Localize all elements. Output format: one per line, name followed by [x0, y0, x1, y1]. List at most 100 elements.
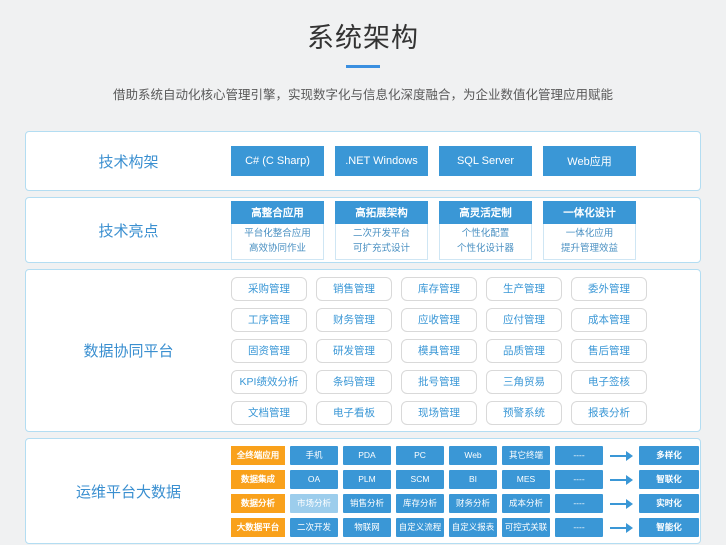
ops-item-button[interactable]: 物联网	[343, 518, 391, 537]
platform-module-tag[interactable]: 报表分析	[571, 401, 647, 425]
right-arrow-icon	[608, 470, 634, 489]
platform-module-tag[interactable]: 应收管理	[401, 308, 477, 332]
ops-item-button[interactable]: 财务分析	[449, 494, 497, 513]
section-ops-platform: 运维平台大数据 全终端应用手机PDAPCWeb其它终端----多样化数据集成OA…	[25, 438, 701, 544]
platform-module-tag[interactable]: 电子看板	[316, 401, 392, 425]
platform-module-tag[interactable]: 品质管理	[486, 339, 562, 363]
ops-result-label: 实时化	[639, 494, 699, 513]
platform-module-tag[interactable]: 委外管理	[571, 277, 647, 301]
tech-stack-button[interactable]: Web应用	[543, 146, 636, 176]
platform-module-tag[interactable]: 现场管理	[401, 401, 477, 425]
platform-module-tag[interactable]: 财务管理	[316, 308, 392, 332]
ops-platform-rows: 全终端应用手机PDAPCWeb其它终端----多样化数据集成OAPLMSCMBI…	[231, 446, 699, 537]
highlight-card-line: 提升管理效益	[544, 241, 635, 256]
ops-result-label: 智联化	[639, 470, 699, 489]
platform-module-tag[interactable]: 销售管理	[316, 277, 392, 301]
section-label-highlights: 技术亮点	[26, 220, 231, 241]
tech-stack-button[interactable]: C# (C Sharp)	[231, 146, 324, 176]
highlight-card-body: 二次开发平台可扩充式设计	[335, 224, 428, 260]
ops-item-button[interactable]: PC	[396, 446, 444, 465]
platform-module-tag[interactable]: 成本管理	[571, 308, 647, 332]
ops-item-button[interactable]: 自定义报表	[449, 518, 497, 537]
highlight-card: 高灵活定制个性化配置个性化设计器	[439, 201, 532, 260]
section-highlights: 技术亮点 高整合应用平台化整合应用高效协同作业高拓展架构二次开发平台可扩充式设计…	[25, 197, 701, 263]
platform-module-tag[interactable]: 电子签核	[571, 370, 647, 394]
highlight-card-body: 平台化整合应用高效协同作业	[231, 224, 324, 260]
ops-row: 数据集成OAPLMSCMBIMES----智联化	[231, 470, 699, 489]
ops-item-button[interactable]: 库存分析	[396, 494, 444, 513]
ops-item-button[interactable]: BI	[449, 470, 497, 489]
highlight-card: 高拓展架构二次开发平台可扩充式设计	[335, 201, 428, 260]
highlight-card: 一体化设计一体化应用提升管理效益	[543, 201, 636, 260]
ops-item-button[interactable]: ----	[555, 470, 603, 489]
highlight-card: 高整合应用平台化整合应用高效协同作业	[231, 201, 324, 260]
section-label-data-platform: 数据协同平台	[26, 340, 231, 361]
platform-module-tag[interactable]: 库存管理	[401, 277, 477, 301]
highlight-card-body: 一体化应用提升管理效益	[543, 224, 636, 260]
platform-module-tag[interactable]: 工序管理	[231, 308, 307, 332]
ops-item-button[interactable]: 二次开发	[290, 518, 338, 537]
platform-module-tag[interactable]: 预警系统	[486, 401, 562, 425]
platform-module-tag[interactable]: 售后管理	[571, 339, 647, 363]
ops-category-label: 数据分析	[231, 494, 285, 513]
ops-item-button[interactable]: 其它终端	[502, 446, 550, 465]
ops-row: 大数据平台二次开发物联网自定义流程自定义报表可控式关联 ---- 智能化	[231, 518, 699, 537]
tech-stack-button[interactable]: .NET Windows	[335, 146, 428, 176]
platform-module-tag[interactable]: 采购管理	[231, 277, 307, 301]
platform-module-tag[interactable]: 批号管理	[401, 370, 477, 394]
highlight-card-body: 个性化配置个性化设计器	[439, 224, 532, 260]
right-arrow-icon	[608, 494, 634, 513]
ops-item-button[interactable]: 可控式关联	[502, 518, 550, 537]
highlight-cards: 高整合应用平台化整合应用高效协同作业高拓展架构二次开发平台可扩充式设计高灵活定制…	[231, 201, 636, 260]
section-data-platform: 数据协同平台 采购管理销售管理库存管理生产管理委外管理工序管理财务管理应收管理应…	[25, 269, 701, 432]
highlight-card-title: 高灵活定制	[439, 201, 532, 224]
section-label-ops-platform: 运维平台大数据	[26, 481, 231, 502]
ops-item-button[interactable]: ----	[555, 494, 603, 513]
ops-item-button[interactable]: ----	[555, 518, 603, 537]
platform-module-tag[interactable]: 研发管理	[316, 339, 392, 363]
highlight-card-line: 个性化配置	[440, 226, 531, 241]
tech-stack-buttons: C# (C Sharp) .NET Windows SQL Server Web应用	[231, 146, 636, 176]
highlight-card-line: 可扩充式设计	[336, 241, 427, 256]
highlight-card-title: 一体化设计	[543, 201, 636, 224]
highlight-card-line: 个性化设计器	[440, 241, 531, 256]
ops-item-button[interactable]: Web	[449, 446, 497, 465]
data-platform-grid: 采购管理销售管理库存管理生产管理委外管理工序管理财务管理应收管理应付管理成本管理…	[231, 277, 647, 425]
ops-item-button[interactable]: 销售分析	[343, 494, 391, 513]
section-tech-stack: 技术构架 C# (C Sharp) .NET Windows SQL Server W…	[25, 131, 701, 191]
platform-module-tag[interactable]: KPI绩效分析	[231, 370, 307, 394]
ops-category-label: 全终端应用	[231, 446, 285, 465]
platform-module-tag[interactable]: 三角贸易	[486, 370, 562, 394]
ops-result-label: 多样化	[639, 446, 699, 465]
platform-module-tag[interactable]: 文档管理	[231, 401, 307, 425]
section-label-tech-stack: 技术构架	[26, 151, 231, 172]
highlight-card-line: 平台化整合应用	[232, 226, 323, 241]
ops-item-button[interactable]: SCM	[396, 470, 444, 489]
page-subtitle: 借助系统自动化核心管理引擎，实现数字化与信息化深度融合，为企业数值化管理应用赋能	[0, 84, 726, 103]
ops-row: 全终端应用手机 PDA PC Web 其它终端 ---- 多样化	[231, 446, 699, 465]
ops-category-label: 大数据平台	[231, 518, 285, 537]
ops-result-label: 智能化	[639, 518, 699, 537]
platform-module-tag[interactable]: 条码管理	[316, 370, 392, 394]
platform-module-tag[interactable]: 应付管理	[486, 308, 562, 332]
platform-module-tag[interactable]: 生产管理	[486, 277, 562, 301]
tech-stack-button[interactable]: SQL Server	[439, 146, 532, 176]
ops-item-button[interactable]: 成本分析	[502, 494, 550, 513]
ops-item-button[interactable]: PDA	[343, 446, 391, 465]
ops-item-button[interactable]: 手机	[290, 446, 338, 465]
platform-module-tag[interactable]: 固资管理	[231, 339, 307, 363]
ops-row: 数据分析市场分析销售分析库存分析财务分析成本分析 ---- 实时化	[231, 494, 699, 513]
ops-item-button[interactable]: 市场分析	[290, 494, 338, 513]
ops-item-button[interactable]: PLM	[343, 470, 391, 489]
highlight-card-title: 高拓展架构	[335, 201, 428, 224]
right-arrow-icon	[608, 518, 634, 537]
ops-item-button[interactable]: OA	[290, 470, 338, 489]
right-arrow-icon	[608, 446, 634, 465]
highlight-card-line: 高效协同作业	[232, 241, 323, 256]
ops-item-button[interactable]: MES	[502, 470, 550, 489]
platform-module-tag[interactable]: 模具管理	[401, 339, 477, 363]
ops-item-button[interactable]: 自定义流程	[396, 518, 444, 537]
architecture-diagram: 技术构架 C# (C Sharp) .NET Windows SQL Server W…	[25, 131, 701, 544]
highlight-card-title: 高整合应用	[231, 201, 324, 224]
ops-item-button[interactable]: ----	[555, 446, 603, 465]
